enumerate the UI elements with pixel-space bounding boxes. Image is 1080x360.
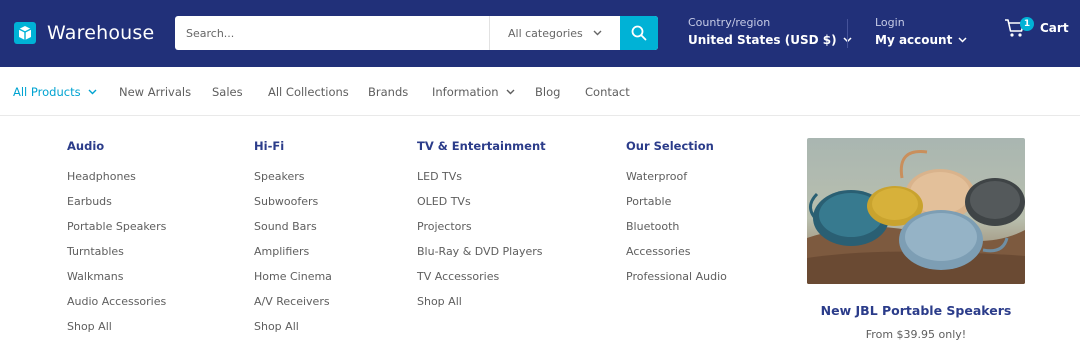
menu-link[interactable]: Subwoofers [254, 195, 332, 220]
menu-link[interactable]: A/V Receivers [254, 295, 332, 320]
menu-link[interactable]: Blu-Ray & DVD Players [417, 245, 546, 270]
top-header: Warehouse All categories Country/region … [0, 0, 1080, 67]
column-heading[interactable]: Our Selection [626, 139, 727, 154]
account-menu[interactable]: Login My account [875, 16, 967, 47]
promo-title[interactable]: New JBL Portable Speakers [807, 303, 1025, 318]
menu-link[interactable]: Shop All [67, 320, 166, 345]
category-select[interactable]: All categories [489, 16, 620, 50]
chevron-down-icon [506, 89, 515, 95]
menu-link[interactable]: Audio Accessories [67, 295, 166, 320]
search-bar: All categories [175, 16, 658, 50]
header-divider [847, 19, 848, 48]
promo-price: From $39.95 only! [865, 328, 967, 341]
country-value: United States (USD $) [688, 33, 837, 47]
column-heading[interactable]: Hi-Fi [254, 139, 332, 154]
menu-column-audio: Audio Headphones Earbuds Portable Speake… [67, 139, 166, 345]
menu-link[interactable]: Walkmans [67, 270, 166, 295]
menu-link[interactable]: Portable [626, 195, 727, 220]
menu-link[interactable]: Speakers [254, 170, 332, 195]
mega-menu-dropdown: Audio Headphones Earbuds Portable Speake… [0, 117, 1080, 360]
menu-link[interactable]: Sound Bars [254, 220, 332, 245]
search-button[interactable] [620, 16, 658, 50]
menu-link[interactable]: Earbuds [67, 195, 166, 220]
nav-item-all-collections[interactable]: All Collections [268, 85, 349, 99]
nav-item-label: Sales [212, 85, 243, 99]
main-navigation: All Products New Arrivals Sales All Coll… [0, 67, 1080, 116]
menu-link[interactable]: Projectors [417, 220, 546, 245]
menu-link[interactable]: Headphones [67, 170, 166, 195]
menu-link[interactable]: OLED TVs [417, 195, 546, 220]
menu-column-hifi: Hi-Fi Speakers Subwoofers Sound Bars Amp… [254, 139, 332, 345]
menu-link[interactable]: Waterproof [626, 170, 727, 195]
country-selector[interactable]: Country/region United States (USD $) [688, 16, 852, 47]
nav-item-label: Blog [535, 85, 561, 99]
menu-link[interactable]: Turntables [67, 245, 166, 270]
nav-item-label: All Collections [268, 85, 349, 99]
menu-column-tv-entertainment: TV & Entertainment LED TVs OLED TVs Proj… [417, 139, 546, 320]
nav-item-all-products[interactable]: All Products [13, 85, 97, 99]
menu-link[interactable]: Shop All [254, 320, 332, 345]
nav-item-label: All Products [13, 85, 81, 99]
menu-link[interactable]: Home Cinema [254, 270, 332, 295]
menu-link[interactable]: Professional Audio [626, 270, 727, 295]
menu-link[interactable]: Amplifiers [254, 245, 332, 270]
nav-item-blog[interactable]: Blog [535, 85, 560, 99]
account-value: My account [875, 33, 953, 47]
nav-item-label: Contact [585, 85, 630, 99]
cart-button[interactable]: 1 Cart [1004, 17, 1069, 38]
nav-item-label: Information [432, 85, 499, 99]
nav-item-information[interactable]: Information [432, 85, 515, 99]
chevron-down-icon [88, 89, 97, 95]
menu-link[interactable]: Accessories [626, 245, 727, 270]
promo-speakers-image[interactable] [807, 138, 1025, 284]
promo-card[interactable]: New JBL Portable Speakers From $39.95 on… [807, 138, 1025, 341]
nav-item-sales[interactable]: Sales [212, 85, 243, 99]
column-heading[interactable]: TV & Entertainment [417, 139, 546, 154]
menu-link[interactable]: Portable Speakers [67, 220, 166, 245]
menu-link[interactable]: Bluetooth [626, 220, 727, 245]
chevron-down-icon [593, 30, 602, 36]
search-input[interactable] [175, 16, 489, 50]
menu-link[interactable]: Shop All [417, 295, 546, 320]
nav-item-new-arrivals[interactable]: New Arrivals [119, 85, 191, 99]
store-logo[interactable]: Warehouse [13, 21, 154, 45]
cart-label: Cart [1040, 21, 1069, 35]
box-logo-icon [14, 22, 36, 44]
menu-link[interactable]: LED TVs [417, 170, 546, 195]
nav-item-label: New Arrivals [119, 85, 192, 99]
nav-item-label: Brands [368, 85, 409, 99]
menu-column-our-selection: Our Selection Waterproof Portable Blueto… [626, 139, 727, 295]
brand-name: Warehouse [47, 22, 155, 44]
nav-item-brands[interactable]: Brands [368, 85, 408, 99]
login-label: Login [875, 16, 905, 29]
country-label: Country/region [688, 16, 771, 29]
cart-count-badge: 1 [1020, 17, 1034, 31]
menu-link[interactable]: TV Accessories [417, 270, 546, 295]
nav-item-contact[interactable]: Contact [585, 85, 630, 99]
chevron-down-icon [958, 37, 967, 43]
column-heading[interactable]: Audio [67, 139, 166, 154]
search-icon [631, 25, 647, 41]
category-select-label: All categories [508, 26, 583, 40]
